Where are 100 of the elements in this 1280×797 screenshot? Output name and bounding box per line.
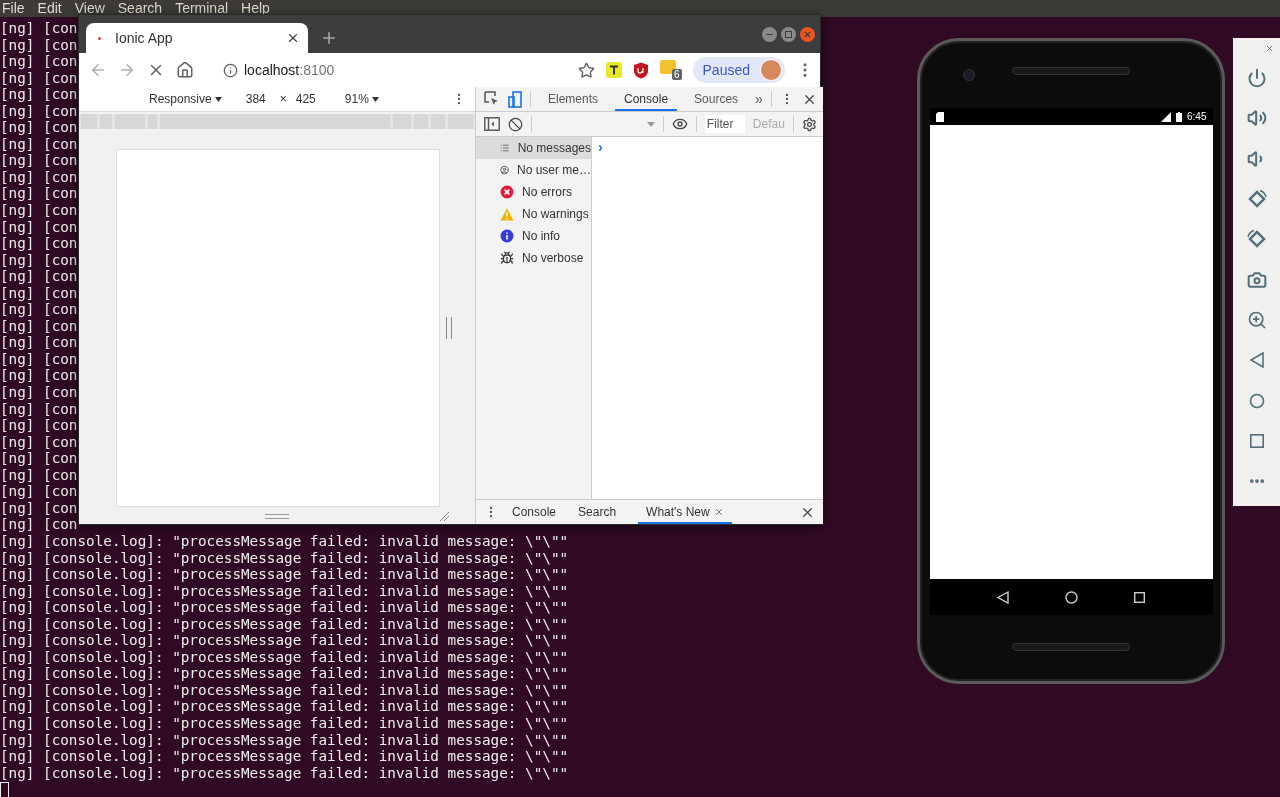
devtools-tab[interactable]: Elements — [539, 87, 608, 111]
terminal-line: [ng] [con — [0, 350, 78, 368]
close-icon[interactable] — [286, 31, 300, 45]
terminal-line: [ng] [con — [0, 301, 78, 318]
recents-icon[interactable] — [1133, 591, 1145, 603]
terminal-line: [ng] [con — [0, 135, 78, 153]
sd-card-icon — [935, 111, 944, 122]
sidebar-item[interactable]: No warnings — [476, 203, 591, 225]
terminal-cursor — [0, 782, 9, 797]
terminal-line: [ng] [console.log]: "processMessage failed: invalid message: \"\"" — [0, 648, 569, 666]
terminal-line: [ng] [console.log]: "processMessage failed: invalid message: \"\"" — [0, 532, 569, 550]
terminal-line: [ng] [console.log]: "processMessage failed: invalid message: \"\"" — [0, 632, 569, 649]
sidebar-item[interactable]: No errors — [476, 181, 591, 203]
close-icon[interactable] — [713, 507, 724, 517]
times-sign: × — [279, 92, 287, 106]
home-icon[interactable] — [176, 61, 194, 79]
settings-icon[interactable] — [801, 116, 817, 132]
drawer-tab[interactable]: What's New — [638, 500, 732, 524]
terminal-line: [ng] [con — [0, 152, 78, 169]
devtools-tab[interactable]: Sources — [685, 87, 748, 111]
terminal-line: [ng] [console.log]: "processMessage failed: invalid message: \"\"" — [0, 681, 569, 699]
extension-icon[interactable] — [605, 62, 622, 78]
sidebar-label: No user me… — [516, 163, 591, 177]
zoom-dropdown[interactable]: 91% — [344, 92, 379, 106]
devtools-tab[interactable]: Console — [615, 87, 678, 111]
menu-item[interactable]: Search — [117, 0, 163, 17]
terminal-line: [ng] [con — [0, 102, 78, 120]
camera-icon[interactable] — [1246, 269, 1267, 290]
star-icon[interactable] — [577, 61, 595, 79]
zoom-icon[interactable] — [1246, 309, 1267, 330]
close-button[interactable] — [800, 26, 815, 42]
sidebar-item[interactable]: No verbose — [476, 247, 591, 269]
sidebar-toggle-icon[interactable] — [484, 117, 500, 131]
eye-icon[interactable] — [671, 116, 688, 132]
sidebar-label: No verbose — [522, 251, 584, 265]
terminal-line: [ng] [console.log]: "processMessage failed: invalid message: \"\"" — [0, 698, 569, 715]
terminal-line: [ng] [console.log]: "processMessage failed: invalid message: \"\"" — [0, 566, 569, 583]
terminal-line: [ng] [con — [0, 400, 78, 418]
device-icon[interactable] — [508, 90, 522, 108]
menu-item[interactable]: File — [2, 0, 25, 17]
menu-item[interactable]: Edit — [37, 0, 62, 17]
resize-handle[interactable] — [265, 513, 289, 519]
resize-handle[interactable] — [446, 317, 452, 339]
terminal-line: [ng] [con — [0, 284, 78, 302]
profile-button[interactable]: Paused — [692, 57, 785, 83]
user-icon — [500, 163, 509, 177]
maximize-button[interactable] — [781, 26, 796, 42]
volume-up-icon[interactable] — [1246, 108, 1267, 129]
terminal-line: [ng] [con — [0, 218, 78, 236]
shield-icon[interactable] — [632, 61, 649, 79]
terminal-line: [ng] [con — [0, 317, 78, 335]
terminal-line: [ng] [console.log]: "processMessage failed: invalid message: \"\"" — [0, 665, 569, 682]
console-prompt: › — [598, 139, 603, 155]
width-field[interactable]: 384 — [245, 92, 266, 106]
terminal-line: [ng] [con — [0, 516, 78, 533]
overview-icon[interactable] — [1249, 433, 1264, 448]
sidebar-label: No errors — [522, 185, 572, 199]
terminal-line: [ng] [con — [0, 384, 78, 401]
height-field[interactable]: 425 — [295, 92, 316, 106]
sidebar-label: No messages — [517, 141, 591, 155]
menu-item[interactable]: View — [74, 0, 105, 17]
terminal-line: [ng] [con — [0, 450, 78, 467]
clear-icon[interactable] — [508, 116, 523, 132]
sidebar-item[interactable]: No info — [476, 225, 591, 247]
resize-corner-icon[interactable] — [439, 511, 449, 521]
menu-item[interactable]: Help — [241, 0, 270, 17]
minimize-button[interactable] — [762, 26, 777, 42]
device-mode-dropdown[interactable]: Responsive — [149, 92, 222, 106]
terminal-line: [ng] [con — [0, 185, 78, 202]
maximize-icon — [785, 30, 792, 38]
menu-item[interactable]: Terminal — [175, 0, 229, 17]
info-icon — [500, 229, 514, 243]
sidebar-item[interactable]: No user me… — [476, 159, 591, 181]
warning-icon — [500, 207, 514, 221]
terminal-line: [ng] [console.log]: "processMessage failed: invalid message: \"\"" — [0, 582, 569, 600]
terminal-line: [ng] [con — [0, 483, 78, 500]
extension-badge: 6 — [671, 69, 682, 80]
caret-icon[interactable] — [646, 121, 655, 127]
address-field[interactable]: localhost:8100 — [244, 62, 335, 78]
drawer-tab[interactable]: Search — [570, 500, 625, 524]
tab-title: Ionic App — [115, 30, 174, 46]
drawer-tab[interactable]: Console — [504, 500, 565, 524]
sidebar-item[interactable]: No messages — [476, 137, 591, 159]
error-icon — [500, 185, 514, 199]
terminal-line: [ng] [con — [0, 86, 78, 103]
status-time: 6:45 — [1187, 111, 1207, 122]
browser-tab[interactable]: Ionic App — [86, 23, 308, 53]
terminal-line: [ng] [console.log]: "processMessage failed: invalid message: \"\"" — [0, 731, 569, 749]
favicon-icon — [98, 36, 101, 40]
more-tabs[interactable]: » — [755, 91, 763, 107]
sidebar-label: No info — [522, 229, 561, 243]
power-icon[interactable] — [1246, 68, 1267, 89]
filter-field[interactable]: Filter — [704, 115, 745, 133]
extension-icon[interactable] — [659, 60, 676, 74]
new-tab-icon[interactable] — [320, 29, 338, 47]
terminal-line: [ng] [con — [0, 119, 78, 136]
info-icon[interactable] — [223, 62, 238, 78]
terminal-line: [ng] [con — [0, 499, 78, 517]
inspect-icon[interactable] — [484, 91, 500, 107]
terminal-line: [ng] [console.log]: "processMessage failed: invalid message: \"\"" — [0, 714, 569, 732]
